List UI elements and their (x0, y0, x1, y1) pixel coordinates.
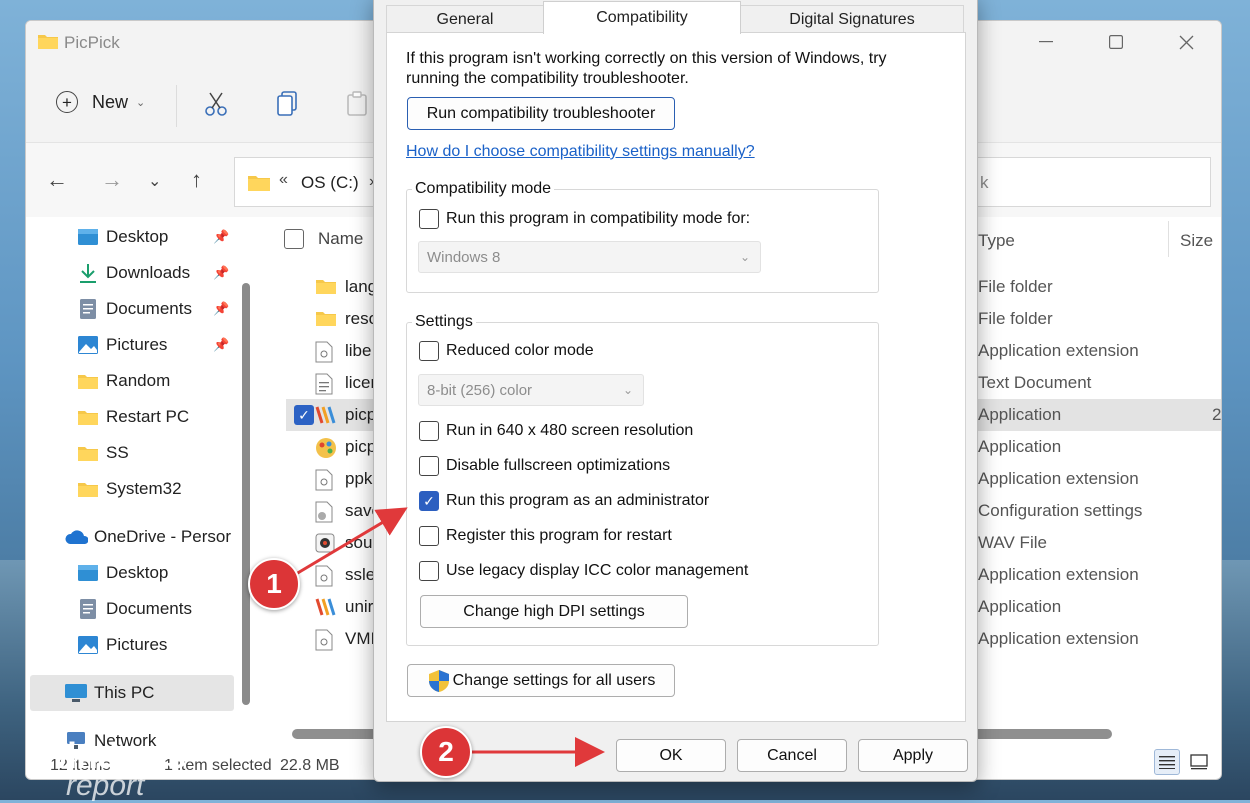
step-1-marker: 1 (248, 558, 300, 610)
logo-line-2: report (66, 769, 145, 802)
arrow-to-admin-checkbox (295, 507, 408, 576)
windows-report-logo: windows report (40, 735, 186, 802)
step-2-marker: 2 (420, 726, 472, 778)
annotation-arrows (295, 507, 605, 767)
